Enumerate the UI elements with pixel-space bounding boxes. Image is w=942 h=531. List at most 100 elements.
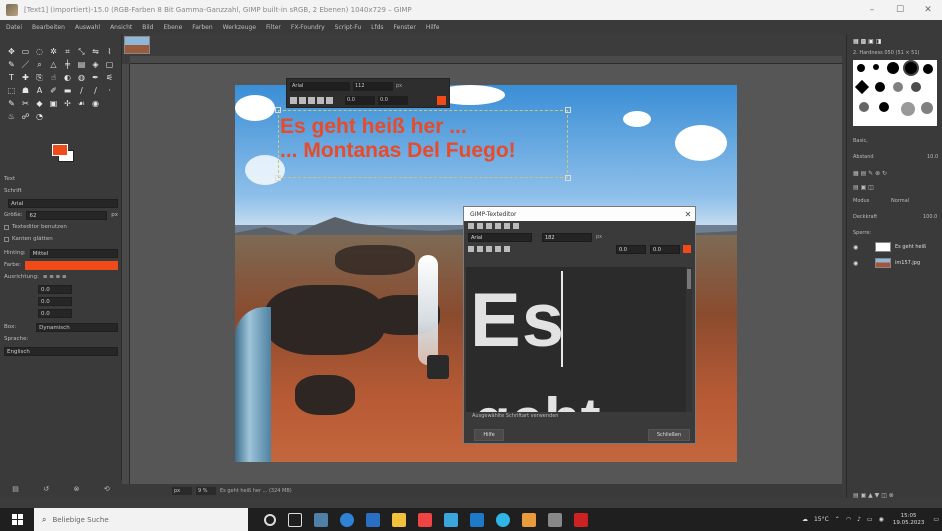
- size-field[interactable]: 62: [26, 210, 108, 220]
- measure-icon[interactable]: △: [48, 59, 59, 70]
- frame-handle[interactable]: [565, 107, 571, 113]
- dialog-baseline-field[interactable]: 0.0: [616, 244, 646, 254]
- align-icon[interactable]: ╪: [62, 59, 73, 70]
- use-font-checkbox-label[interactable]: Ausgewählte Schriftart verwenden: [472, 413, 558, 419]
- antialias-checkbox[interactable]: [4, 236, 9, 242]
- text-tool-icon[interactable]: T: [6, 72, 17, 83]
- taskbar-search[interactable]: ⌕ Beliebige Suche: [34, 508, 248, 531]
- task-view-icon[interactable]: [288, 512, 302, 527]
- eye-icon[interactable]: ◉: [853, 260, 861, 267]
- volume-icon[interactable]: ♪: [857, 516, 861, 523]
- temperature[interactable]: 15°C: [814, 516, 829, 523]
- flip-icon[interactable]: ⇋: [90, 46, 101, 57]
- outlook-icon[interactable]: [470, 512, 484, 527]
- menu-datei[interactable]: Datei: [6, 24, 22, 31]
- dodge2-icon[interactable]: ♨: [6, 111, 17, 122]
- cortana-icon[interactable]: [264, 513, 276, 526]
- bucket-icon[interactable]: ◈: [90, 59, 101, 70]
- threshold-icon[interactable]: ◔: [34, 111, 45, 122]
- vertical-text-2-icon[interactable]: [513, 223, 519, 229]
- underline-icon[interactable]: [308, 96, 315, 104]
- rtl-icon[interactable]: [495, 223, 501, 229]
- app-red-icon[interactable]: [418, 512, 432, 527]
- gimp-active-icon[interactable]: [548, 512, 562, 527]
- warp-icon[interactable]: ⌇: [104, 46, 115, 57]
- close-window-button[interactable]: ✕: [914, 5, 942, 15]
- menu-auswahl[interactable]: Auswahl: [75, 24, 100, 31]
- clear-style-icon[interactable]: [326, 96, 333, 104]
- menu-fx-foundry[interactable]: FX-Foundry: [291, 24, 325, 31]
- hinting-select[interactable]: Mittel: [29, 248, 118, 258]
- clone-icon[interactable]: ⎘: [34, 72, 45, 83]
- menu-fenster[interactable]: Fenster: [394, 24, 416, 31]
- fuzzy-select-icon[interactable]: ✲: [48, 46, 59, 57]
- store-icon[interactable]: [444, 512, 458, 527]
- frame-handle[interactable]: [275, 175, 281, 181]
- gimp-task-icon[interactable]: [314, 512, 328, 527]
- brush-preview[interactable]: [921, 102, 933, 114]
- explorer-icon[interactable]: [392, 512, 406, 527]
- weather-icon[interactable]: ☁: [802, 516, 808, 523]
- mode-select[interactable]: Normal: [891, 198, 909, 204]
- float-color-swatch[interactable]: [437, 95, 446, 105]
- dialog-unit[interactable]: px: [596, 234, 602, 240]
- float-baseline-field[interactable]: 0.0: [345, 95, 375, 105]
- brush-preview[interactable]: [901, 102, 915, 116]
- opacity-value[interactable]: 100.0: [923, 214, 937, 220]
- unit-select[interactable]: px: [172, 487, 192, 495]
- image-tab-thumbnail[interactable]: [124, 36, 150, 54]
- mail-icon[interactable]: [366, 512, 380, 527]
- brush-buttons[interactable]: ▦ ▤ ✎ ⊗ ↻: [853, 170, 887, 177]
- line-icon[interactable]: ∕: [76, 85, 87, 96]
- gradient-icon[interactable]: ▤: [76, 59, 87, 70]
- pencil-icon[interactable]: ／: [20, 59, 31, 70]
- blur-icon[interactable]: ◍: [76, 72, 87, 83]
- help-button[interactable]: Hilfe: [474, 429, 504, 441]
- brush-preview[interactable]: [859, 102, 869, 112]
- free-select-icon[interactable]: ⬚: [6, 85, 17, 96]
- text-a-icon[interactable]: A: [34, 85, 45, 96]
- color-swatches[interactable]: [46, 142, 80, 168]
- dialog-italic-icon[interactable]: [477, 246, 483, 252]
- minimize-button[interactable]: –: [858, 5, 886, 15]
- eye-icon[interactable]: ◉: [853, 244, 861, 251]
- brush-preview[interactable]: [911, 82, 921, 92]
- italic-icon[interactable]: [299, 96, 306, 104]
- close-button[interactable]: Schließen: [648, 429, 690, 441]
- chat-icon[interactable]: ◉: [879, 516, 884, 523]
- delete-icon[interactable]: ⊗: [74, 485, 80, 493]
- float-font-field[interactable]: Arial: [290, 81, 350, 91]
- layers-tab-icons[interactable]: ▤ ▣ ◫: [853, 184, 874, 191]
- canvas-text-layer[interactable]: Es geht heiß her ... ... Montanas Del Fu…: [280, 115, 570, 163]
- brush-preview[interactable]: [887, 62, 899, 74]
- brush-preview[interactable]: [923, 64, 933, 74]
- smudge2-icon[interactable]: ☍: [20, 111, 31, 122]
- open-file-icon[interactable]: [468, 223, 474, 229]
- transform-icon[interactable]: ⤡: [76, 46, 87, 57]
- brush-preview[interactable]: [857, 64, 865, 72]
- font-field[interactable]: Arial: [8, 198, 118, 208]
- dialog-font-field[interactable]: Arial: [468, 232, 532, 242]
- move-tool-icon[interactable]: ✥: [6, 46, 17, 57]
- layer-row[interactable]: ◉ im157.jpg: [853, 256, 941, 270]
- scissors-icon[interactable]: ✂: [20, 98, 31, 109]
- indent-field[interactable]: 0.0: [38, 284, 72, 294]
- frame-handle[interactable]: [565, 175, 571, 181]
- spacing-value[interactable]: 10.0: [927, 154, 938, 160]
- dialog-strike-icon[interactable]: [495, 246, 501, 252]
- dialog-bold-icon[interactable]: [468, 246, 474, 252]
- foreground-color[interactable]: [52, 144, 68, 156]
- crop-icon[interactable]: ⌗: [62, 46, 73, 57]
- brush-grid[interactable]: [853, 60, 937, 126]
- perspective-icon[interactable]: ◆: [34, 98, 45, 109]
- menu-ebene[interactable]: Ebene: [164, 24, 183, 31]
- letter-spacing-field[interactable]: 0.0: [38, 308, 72, 318]
- dodge-icon[interactable]: ◐: [62, 72, 73, 83]
- reset-icon[interactable]: ⟲: [104, 485, 110, 493]
- brush-preview[interactable]: [854, 79, 870, 95]
- menu-filter[interactable]: Filter: [266, 24, 281, 31]
- language-field[interactable]: Englisch: [4, 346, 118, 356]
- eraser-icon[interactable]: ▬: [62, 85, 73, 96]
- brush-preview[interactable]: [875, 82, 885, 92]
- clock[interactable]: 15:05 19.05.2023: [893, 513, 925, 527]
